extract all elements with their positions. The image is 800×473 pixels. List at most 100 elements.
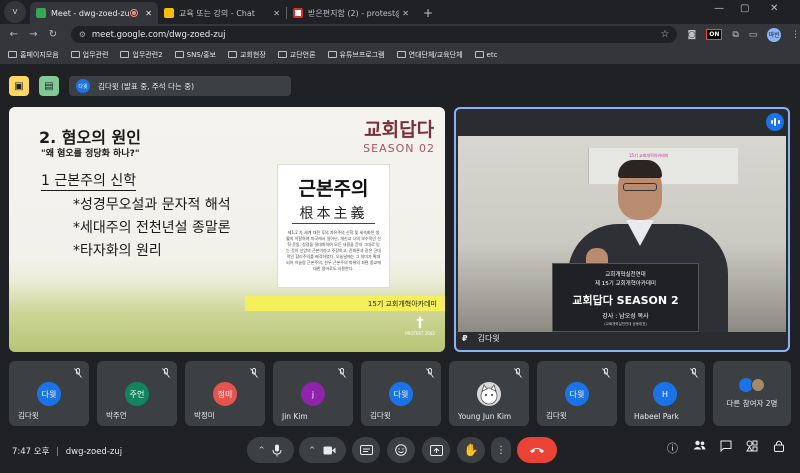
- participant-name: 김다윗: [546, 411, 567, 420]
- host-controls-icon[interactable]: [773, 440, 785, 455]
- presenting-icon: ₽: [462, 334, 468, 343]
- more-participants-tile[interactable]: 다른 참여자 2명: [713, 361, 791, 426]
- menu-icon[interactable]: ⋮: [791, 30, 800, 40]
- address-bar[interactable]: ⚙ meet.google.com/dwg-zoed-zuj ☆: [70, 26, 678, 43]
- more-vert-icon[interactable]: ⋮: [496, 445, 506, 456]
- camera-control[interactable]: ^: [299, 437, 346, 463]
- bookmark-folder[interactable]: SNS/홍보: [174, 50, 216, 60]
- participant-tile[interactable]: Young Jun Kim: [449, 361, 529, 426]
- video-camera-icon[interactable]: [323, 446, 336, 455]
- emoji-button[interactable]: [387, 437, 415, 463]
- chat-icon[interactable]: [720, 440, 732, 455]
- card-description: 제1.2 차 세계 대전 후의 자유주의 신학 및 세속화된 생활의 이탈하여 …: [286, 230, 381, 271]
- mic-off-icon: [74, 368, 82, 378]
- meeting-info-icon[interactable]: ⓘ: [667, 440, 678, 456]
- participant-name: 박주언: [106, 411, 127, 420]
- mic-off-icon: [162, 368, 170, 378]
- bookmark-folder[interactable]: 홈페이지모음: [8, 50, 59, 60]
- bookmark-folder[interactable]: 연대단체/교육단체: [396, 50, 463, 60]
- lock-person-icon: [774, 440, 784, 452]
- participant-tile[interactable]: j Jin Kim: [273, 361, 353, 426]
- close-tab-icon[interactable]: ✕: [402, 9, 409, 18]
- folder-icon: [277, 51, 287, 58]
- forward-icon[interactable]: →: [24, 29, 44, 40]
- close-tab-icon[interactable]: ✕: [145, 9, 152, 18]
- slide-heading: 2. 혐오의 원인: [39, 128, 141, 147]
- slide-bullet: *성경무오설과 문자적 해석: [73, 197, 231, 213]
- folder-icon: [174, 51, 184, 58]
- close-tab-icon[interactable]: ✕: [273, 9, 280, 18]
- participant-name: Habeel Park: [634, 412, 679, 421]
- profile-avatar[interactable]: 마빈: [767, 27, 781, 42]
- participant-avatar: 다윗: [37, 382, 61, 406]
- present-screen-icon[interactable]: [429, 444, 443, 456]
- people-icon[interactable]: [693, 440, 706, 453]
- bookmark-folder[interactable]: 교회현장: [228, 50, 266, 60]
- chat-favicon-icon: [164, 8, 174, 18]
- bookmark-folder[interactable]: 업무관련2: [120, 50, 163, 60]
- leave-call-button[interactable]: [517, 437, 557, 463]
- participant-tile[interactable]: 다윗 김다윗: [537, 361, 617, 426]
- emoji-icon[interactable]: [395, 444, 407, 456]
- bookmark-folder[interactable]: 유튜브프로그램: [327, 50, 385, 60]
- chevron-up-icon[interactable]: ^: [259, 446, 265, 454]
- activities-icon[interactable]: [746, 440, 758, 455]
- close-window-icon[interactable]: ✕: [770, 3, 778, 14]
- captions-icon[interactable]: [359, 445, 373, 455]
- stop-presenting-icon[interactable]: ▣: [9, 76, 29, 96]
- meet-favicon-icon: [36, 8, 46, 18]
- minimize-icon[interactable]: —: [714, 3, 724, 14]
- extensions-icon[interactable]: ⧉: [732, 30, 738, 40]
- more-options-button[interactable]: ⋮: [491, 437, 511, 463]
- bookmark-folder[interactable]: 교단언론: [277, 50, 316, 60]
- new-tab-icon[interactable]: +: [415, 6, 441, 24]
- chat-bubble-icon: [720, 440, 732, 453]
- bookmark-folder[interactable]: 업무관련: [70, 50, 108, 60]
- tab-search-button[interactable]: v: [4, 1, 26, 23]
- folder-icon: [120, 51, 130, 58]
- recording-indicator-icon: [130, 9, 139, 17]
- layout-icon[interactable]: ▤: [39, 76, 59, 96]
- bookmark-folder[interactable]: etc: [474, 51, 497, 59]
- tab-gmail[interactable]: 받은편지함 (2) - protest@prot ✕: [287, 2, 415, 24]
- hang-up-icon[interactable]: [529, 446, 545, 454]
- speaker-name: 김다윗: [477, 334, 500, 343]
- tab-meet[interactable]: Meet - dwg-zoed-zuj ✕: [30, 2, 158, 24]
- camera-icon[interactable]: ◙: [687, 30, 696, 40]
- speaker-glasses: [623, 183, 657, 191]
- participant-tile[interactable]: 정미 박정미: [185, 361, 265, 426]
- participant-name: 박정미: [194, 411, 215, 420]
- slide-main-point: 1 근본주의 신학: [41, 170, 137, 191]
- back-icon[interactable]: ←: [4, 29, 24, 40]
- bookmark-star-icon[interactable]: ☆: [661, 29, 670, 40]
- sidepanel-icon[interactable]: ▭: [749, 30, 758, 40]
- participant-avatar: 다윗: [565, 382, 589, 406]
- present-button[interactable]: [422, 437, 450, 463]
- folder-icon: [327, 51, 337, 58]
- card-title: 근본주의: [298, 178, 369, 200]
- participant-tile[interactable]: H Habeel Park: [625, 361, 705, 426]
- mic-off-icon: [338, 368, 346, 378]
- participant-name: 김다윗: [370, 411, 391, 420]
- raise-hand-button[interactable]: ✋: [457, 437, 485, 463]
- site-info-icon[interactable]: ⚙: [79, 30, 86, 39]
- participant-avatar: 주언: [125, 382, 149, 406]
- participant-tile[interactable]: 다윗 김다윗: [9, 361, 89, 426]
- microphone-icon[interactable]: [272, 444, 282, 457]
- speaker-tile[interactable]: 15기 교회개혁아카데미 교회개혁실천연대 제 15기 교회개혁아카데미 교회답…: [454, 107, 790, 352]
- on-extension-icon[interactable]: ON: [706, 29, 723, 40]
- presenter-avatar: 다윗: [76, 79, 90, 93]
- captions-button[interactable]: [352, 437, 380, 463]
- maximize-icon[interactable]: ▢: [740, 3, 749, 14]
- participant-tile[interactable]: 주언 박주언: [97, 361, 177, 426]
- tab-title: 교육 또는 강의 - Chat: [179, 8, 255, 18]
- reload-icon[interactable]: ↻: [43, 29, 63, 40]
- mic-control[interactable]: ^: [247, 437, 294, 463]
- participant-tile[interactable]: 다윗 김다윗: [361, 361, 441, 426]
- raise-hand-icon[interactable]: ✋: [464, 443, 479, 457]
- tab-title: Meet - dwg-zoed-zuj: [51, 8, 131, 18]
- chevron-up-icon[interactable]: ^: [309, 446, 315, 454]
- tab-chat[interactable]: 교육 또는 강의 - Chat ✕: [158, 2, 286, 24]
- speaker-name-row: ₽ 김다윗: [462, 333, 500, 344]
- participant-photo-avatar: [477, 382, 501, 406]
